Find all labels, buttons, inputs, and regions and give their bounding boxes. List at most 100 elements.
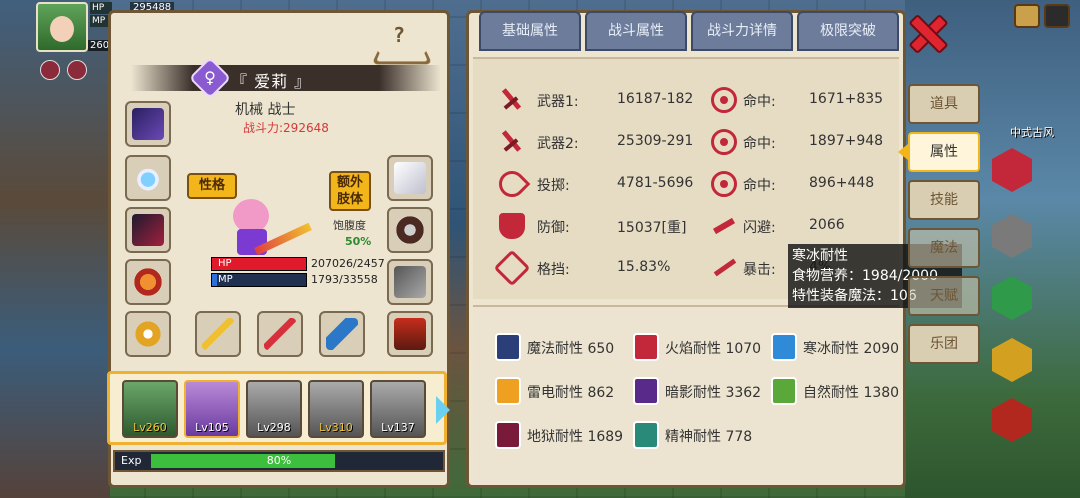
female-gender-icon: ♀ bbox=[188, 56, 232, 100]
stat-label: 武器1: bbox=[537, 94, 579, 110]
resistance-item[interactable]: 火焰耐性 1070 bbox=[633, 333, 767, 361]
red-shield-icon bbox=[132, 266, 164, 298]
golden-spear-icon bbox=[202, 318, 234, 350]
equip-slot-armor[interactable] bbox=[125, 207, 171, 253]
wardrobe-hanger[interactable]: ? bbox=[371, 23, 433, 67]
hp-value: 207026/2457 bbox=[311, 257, 385, 270]
weapon-slot-2[interactable] bbox=[257, 311, 303, 357]
hud-quick-icons bbox=[40, 60, 110, 84]
stat-label: 投掷: bbox=[537, 178, 570, 194]
shield-icon bbox=[499, 213, 525, 239]
resistance-text: 地狱耐性 1689 bbox=[527, 429, 624, 445]
exit-icon[interactable] bbox=[1044, 4, 1070, 28]
stat-value: 25309-291 bbox=[617, 133, 694, 149]
resistance-item[interactable]: 寒冰耐性 2090 bbox=[771, 333, 905, 361]
resistance-item[interactable]: 魔法耐性 650 bbox=[495, 333, 629, 361]
mp-bar: MP bbox=[211, 273, 307, 287]
tab-power-details[interactable]: 战斗力详情 bbox=[691, 11, 793, 51]
resistance-item[interactable]: 地狱耐性 1689 bbox=[495, 421, 629, 449]
hanger-icon bbox=[371, 51, 433, 65]
ice-resist-icon bbox=[771, 333, 797, 361]
attribute-tabs: 基础属性 战斗属性 战斗力详情 极限突破 bbox=[477, 11, 901, 55]
resistance-item[interactable]: 自然耐性 1380 bbox=[771, 377, 905, 405]
side-menu-item[interactable]: 道具 bbox=[908, 84, 980, 124]
roster-card[interactable]: Lv310 bbox=[308, 380, 364, 438]
mp-value: 1793/33558 bbox=[311, 273, 378, 286]
equip-slot-gloves[interactable] bbox=[387, 155, 433, 201]
gold-icon[interactable] bbox=[40, 60, 60, 80]
nature-resist-icon bbox=[771, 377, 797, 405]
helm-icon bbox=[394, 214, 426, 246]
player-portrait[interactable] bbox=[36, 2, 88, 52]
side-menu-item[interactable]: 技能 bbox=[908, 180, 980, 220]
satiety-label: 饱腹度 bbox=[333, 219, 366, 232]
character-roster: Lv260 Lv105 Lv298 Lv310 Lv137 bbox=[107, 371, 450, 445]
exp-value: 80% bbox=[266, 454, 292, 467]
roster-level: Lv137 bbox=[381, 421, 415, 434]
tab-limit-break[interactable]: 极限突破 bbox=[797, 11, 899, 51]
dodge-icon bbox=[711, 213, 737, 239]
stat-row: 投掷: 4781-5696 bbox=[493, 165, 699, 203]
stat-label: 命中: bbox=[743, 136, 776, 152]
side-menu-item[interactable]: 乐团 bbox=[908, 324, 980, 364]
resistance-text: 火焰耐性 1070 bbox=[665, 341, 762, 357]
extra-limb-button[interactable]: 额外 肢体 bbox=[329, 171, 371, 211]
bow-icon bbox=[493, 165, 531, 203]
equip-slot-head[interactable] bbox=[387, 207, 433, 253]
lantern-icon bbox=[394, 318, 426, 350]
stat-value: 15037[重] bbox=[617, 220, 687, 236]
resistance-item[interactable]: 暗影耐性 3362 bbox=[633, 377, 767, 405]
stat-row: 命中: 1671+835 bbox=[711, 85, 921, 115]
roster-card[interactable]: Lv137 bbox=[370, 380, 426, 438]
resistance-item[interactable]: 精神耐性 778 bbox=[633, 421, 767, 449]
stat-label: 暴击: bbox=[743, 262, 776, 278]
equip-slot-necklace[interactable] bbox=[125, 155, 171, 201]
resistance-list: 魔法耐性 650 火焰耐性 1070 寒冰耐性 2090 雷电耐性 862 暗影耐性 3… bbox=[473, 305, 899, 483]
roster-card[interactable]: Lv298 bbox=[246, 380, 302, 438]
mech-part-icon bbox=[394, 266, 426, 298]
glove-icon bbox=[394, 162, 426, 194]
resistance-text: 寒冰耐性 2090 bbox=[803, 341, 900, 357]
equip-slot-mech[interactable] bbox=[387, 259, 433, 305]
throw-slot[interactable] bbox=[319, 311, 365, 357]
resistance-item[interactable]: 雷电耐性 862 bbox=[495, 377, 629, 405]
monitor-icon[interactable] bbox=[1014, 4, 1040, 28]
crit-icon bbox=[711, 255, 737, 281]
stat-row: 格挡: 15.83% bbox=[493, 249, 699, 287]
stat-row: 武器1: 16187-182 bbox=[499, 85, 699, 115]
stat-value: 15.83% bbox=[617, 259, 671, 275]
roster-card[interactable]: Lv105 bbox=[184, 380, 240, 438]
spirit-resist-icon bbox=[633, 421, 659, 449]
stat-label: 格挡: bbox=[537, 262, 570, 278]
stat-row: 闪避: 2066 bbox=[711, 211, 921, 241]
gem-icon[interactable] bbox=[67, 60, 88, 80]
stat-value: 896+448 bbox=[809, 175, 875, 191]
stat-label: 命中: bbox=[743, 94, 776, 110]
equip-slot-shield[interactable] bbox=[125, 259, 171, 305]
gender-symbol: ♀ bbox=[204, 68, 216, 87]
equip-slot-lantern[interactable] bbox=[387, 311, 433, 357]
side-menu-item[interactable]: 魔法 bbox=[908, 228, 980, 268]
roster-next-arrow-icon[interactable] bbox=[436, 396, 450, 424]
tab-basic-attributes[interactable]: 基础属性 bbox=[479, 11, 581, 51]
resistance-text: 暗影耐性 3362 bbox=[665, 385, 762, 401]
resistance-text: 魔法耐性 650 bbox=[527, 341, 615, 357]
equip-slot-ring[interactable] bbox=[125, 311, 171, 357]
roster-level: Lv298 bbox=[257, 421, 291, 434]
mp-bar-label: MP bbox=[218, 274, 233, 285]
character-name: 『 爱莉 』 bbox=[231, 72, 312, 91]
roster-level: Lv310 bbox=[319, 421, 353, 434]
weapon-slot-1[interactable] bbox=[195, 311, 241, 357]
area-label: 中式古风 bbox=[1010, 126, 1054, 139]
exp-bar: Exp 80% bbox=[113, 450, 445, 472]
tab-combat-attributes[interactable]: 战斗属性 bbox=[585, 11, 687, 51]
equip-slot-helmet[interactable] bbox=[125, 101, 171, 147]
side-menu-item[interactable]: 属性 bbox=[898, 132, 980, 172]
help-icon[interactable]: ? bbox=[393, 23, 411, 47]
roster-card[interactable]: Lv260 bbox=[122, 380, 178, 438]
side-menu-item[interactable]: 天赋 bbox=[908, 276, 980, 316]
close-icon[interactable] bbox=[908, 14, 944, 50]
character-class: 机械 战士 bbox=[235, 102, 296, 118]
stat-row: 武器2: 25309-291 bbox=[499, 127, 699, 157]
stat-label: 闪避: bbox=[743, 220, 776, 236]
